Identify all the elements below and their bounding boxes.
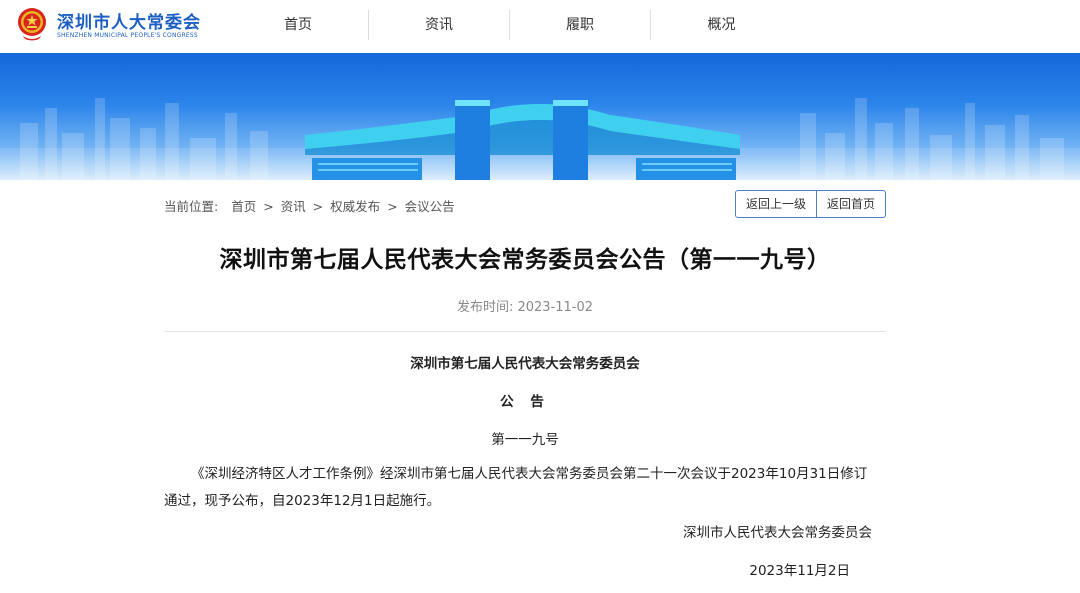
nav-item-duties[interactable]: 履职 — [510, 10, 651, 40]
breadcrumb: 当前位置: 首页 > 资讯 > 权威发布 > 会议公告 — [164, 196, 455, 215]
brand-name-english: SHENZHEN MUNICIPAL PEOPLE'S CONGRESS — [57, 32, 198, 39]
site-header: 深圳市人大常委会 SHENZHEN MUNICIPAL PEOPLE'S CON… — [0, 0, 1080, 53]
breadcrumb-news[interactable]: 资讯 — [281, 199, 306, 214]
issuer-heading: 深圳市第七届人民代表大会常务委员会 — [410, 356, 640, 372]
breadcrumb-row: 当前位置: 首页 > 资讯 > 权威发布 > 会议公告 返回上一级 返回首页 — [164, 180, 886, 230]
national-emblem-icon[interactable] — [17, 6, 47, 42]
breadcrumb-separator: > — [387, 199, 398, 214]
signature: 深圳市人民代表大会常务委员会 — [683, 525, 872, 541]
publish-time-value: 2023-11-02 — [517, 300, 594, 315]
city-skyline-illustration — [0, 98, 1080, 180]
return-button-group: 返回上一级 返回首页 — [734, 190, 886, 218]
article-container: 当前位置: 首页 > 资讯 > 权威发布 > 会议公告 返回上一级 返回首页 深… — [164, 180, 886, 579]
breadcrumb-prefix: 当前位置: — [164, 199, 219, 214]
nav-item-overview[interactable]: 概况 — [651, 10, 792, 40]
article-title: 深圳市第七届人民代表大会常务委员会公告（第一一九号） — [219, 247, 831, 273]
signature-date: 2023年11月2日 — [749, 563, 850, 579]
breadcrumb-home[interactable]: 首页 — [231, 199, 256, 214]
publish-time: 发布时间: 2023-11-02 — [164, 296, 886, 315]
brand-name[interactable]: 深圳市人大常委会 — [57, 8, 201, 33]
breadcrumb-authoritative-release[interactable]: 权威发布 — [330, 199, 380, 214]
back-up-level-button[interactable]: 返回上一级 — [736, 191, 816, 217]
breadcrumb-separator: > — [263, 199, 274, 214]
document-type-heading: 公 告 — [500, 394, 550, 410]
nav-item-news[interactable]: 资讯 — [369, 10, 510, 40]
header-banner — [0, 53, 1080, 180]
announcement-body: 《深圳经济特区人才工作条例》经深圳市第七届人民代表大会常务委员会第二十一次会议于… — [164, 466, 868, 509]
back-home-button[interactable]: 返回首页 — [815, 191, 885, 217]
nav-item-home[interactable]: 首页 — [228, 10, 369, 40]
title-divider — [164, 331, 886, 332]
breadcrumb-separator: > — [312, 199, 324, 214]
breadcrumb-meeting-announcement[interactable]: 会议公告 — [405, 199, 455, 214]
document-number: 第一一九号 — [491, 432, 559, 448]
main-nav: 首页 资讯 履职 概况 — [228, 10, 792, 40]
publish-time-label: 发布时间: — [456, 300, 514, 315]
